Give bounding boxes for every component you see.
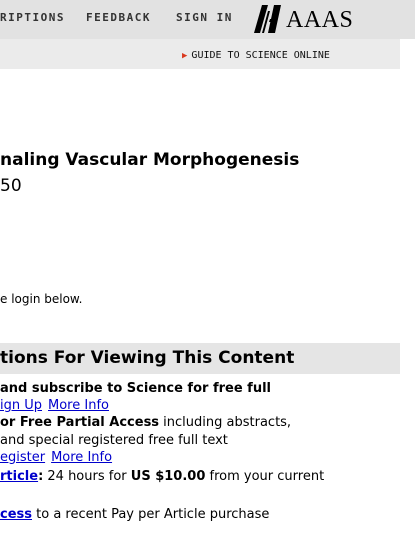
partial-access-desc: including abstracts, (159, 415, 292, 430)
regain-access-line: cess to a recent Pay per Article purchas… (0, 506, 269, 524)
more-info-link-2[interactable]: More Info (51, 450, 112, 465)
subscribe-line: and subscribe to Science for free full (0, 381, 272, 396)
regain-access-desc: to a recent Pay per Article purchase (32, 507, 270, 522)
pay-per-article-price: US $10.00 (130, 469, 206, 484)
registered-text-line: and special registered free full text (0, 433, 228, 448)
pay-per-article-desc-a: 24 hours for (43, 469, 131, 484)
aaas-logo-text: AAAS (286, 7, 354, 33)
top-navigation-bar: RIPTIONS FEEDBACK SIGN IN AAAS (0, 0, 415, 39)
nav-sign-in-link[interactable]: SIGN IN (176, 11, 233, 24)
guide-to-science-online-link[interactable]: ▶ GUIDE TO SCIENCE ONLINE (182, 50, 330, 61)
sign-up-line: ign Up More Info (0, 397, 109, 415)
guide-link-label: GUIDE TO SCIENCE ONLINE (191, 50, 330, 61)
options-heading: tions For Viewing This Content (0, 348, 295, 368)
login-instruction: e login below. (0, 292, 83, 306)
sign-up-link[interactable]: ign Up (0, 398, 42, 413)
more-info-link-1[interactable]: More Info (48, 398, 109, 413)
nav-feedback-link[interactable]: FEEDBACK (86, 11, 151, 24)
partial-access-label: or Free Partial Access (0, 415, 160, 430)
register-link[interactable]: egister (0, 450, 45, 465)
regain-access-link[interactable]: cess (0, 507, 32, 522)
register-line: egister More Info (0, 449, 112, 467)
partial-access-line: or Free Partial Access including abstrac… (0, 414, 291, 432)
article-subtitle: 50 (0, 176, 22, 196)
article-title: naling Vascular Morphogenesis (0, 150, 300, 170)
pay-per-article-desc-b: from your current (205, 469, 325, 484)
aaas-logo-mark-icon (254, 5, 281, 33)
pay-per-article-line: rticle: 24 hours for US $10.00 from your… (0, 468, 324, 486)
nav-subscriptions-link[interactable]: RIPTIONS (0, 11, 65, 24)
pay-per-article-link[interactable]: rticle (0, 469, 38, 484)
red-arrow-icon: ▶ (182, 51, 188, 61)
